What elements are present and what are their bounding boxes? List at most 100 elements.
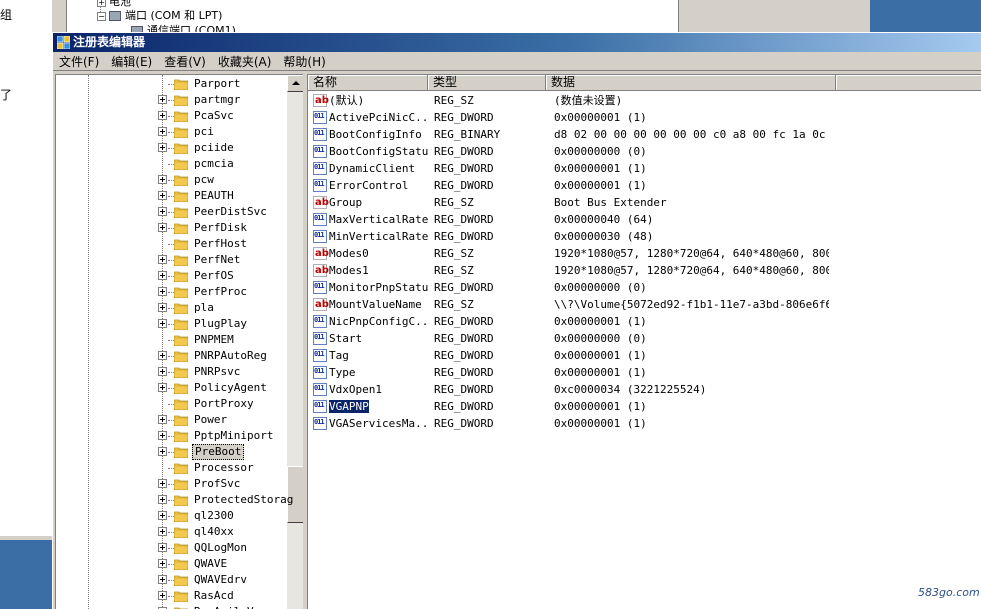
background-window-panel xyxy=(678,0,870,32)
expand-icon[interactable] xyxy=(158,287,167,296)
registry-value-row[interactable]: MountValueName REG_SZ \\?\Volume{5072ed92-… xyxy=(308,296,981,313)
registry-value-row[interactable]: Modes1 REG_SZ 1920*1080@57, 1280*720@64, 6… xyxy=(308,262,981,279)
expand-icon[interactable] xyxy=(158,175,167,184)
tree-item[interactable]: pciide xyxy=(56,140,288,156)
registry-value-row[interactable]: VdxOpen1 REG_DWORD 0xc0000034 (3221225524) xyxy=(308,380,981,398)
registry-value-row[interactable]: BootConfigStatus REG_DWORD 0x00000000 (0) xyxy=(308,142,981,160)
registry-value-row[interactable]: DynamicClient REG_DWORD 0x00000001 (1) xyxy=(308,159,981,177)
registry-value-row[interactable]: Tag REG_DWORD 0x00000001 (1) xyxy=(308,346,981,364)
tree-item[interactable]: Parport xyxy=(56,76,288,92)
tree-item[interactable]: RasAcd xyxy=(56,588,288,604)
registry-value-row[interactable]: MaxVerticalRate REG_DWORD 0x00000040 (64) xyxy=(308,210,981,228)
expand-icon[interactable] xyxy=(158,223,167,232)
tree-scrollbar[interactable] xyxy=(287,75,303,609)
tree-item[interactable]: PerfDisk xyxy=(56,220,288,236)
registry-value-row[interactable]: Start REG_DWORD 0x00000000 (0) xyxy=(308,329,981,347)
tree-item[interactable]: pla xyxy=(56,300,288,316)
expand-icon[interactable] xyxy=(158,319,167,328)
menu-favorites[interactable]: 收藏夹(A) xyxy=(212,52,278,71)
expand-icon[interactable] xyxy=(158,383,167,392)
registry-value-row[interactable]: ErrorControl REG_DWORD 0x00000001 (1) xyxy=(308,176,981,194)
tree-item[interactable]: PNRPAutoReg xyxy=(56,348,288,364)
registry-value-row[interactable]: NicPnpConfigC... REG_DWORD 0x00000001 (1) xyxy=(308,312,981,330)
tree-item[interactable]: PerfNet xyxy=(56,252,288,268)
registry-value-row[interactable]: (默认) REG_SZ (数值未设置) xyxy=(308,92,981,109)
menu-view[interactable]: 查看(V) xyxy=(158,52,212,71)
tree-item[interactable]: pcw xyxy=(56,172,288,188)
registry-value-row[interactable]: Modes0 REG_SZ 1920*1080@57, 1280*720@64, 6… xyxy=(308,245,981,262)
tree-item[interactable]: PlugPlay xyxy=(56,316,288,332)
scroll-up-button[interactable] xyxy=(287,75,303,92)
tree-item[interactable]: QWAVE xyxy=(56,556,288,572)
tree-item[interactable]: PptpMiniport xyxy=(56,428,288,444)
registry-value-row[interactable]: VGAServicesMa... REG_DWORD 0x00000001 (1) xyxy=(308,414,981,432)
expand-icon[interactable] xyxy=(158,415,167,424)
column-header-data[interactable]: 数据 xyxy=(546,75,836,91)
tree-item[interactable]: PNPMEM xyxy=(56,332,288,348)
tree-item[interactable]: RasAgileVpn xyxy=(56,604,288,609)
device-node-ports[interactable]: − 端口 (COM 和 LPT) xyxy=(97,7,222,23)
expand-icon[interactable] xyxy=(158,559,167,568)
registry-value-row[interactable]: BootConfigInfo REG_BINARY d8 02 00 00 00 0… xyxy=(308,125,981,143)
registry-value-row[interactable]: Group REG_SZ Boot Bus Extender xyxy=(308,194,981,211)
expand-icon[interactable] xyxy=(158,447,167,456)
expand-icon[interactable] xyxy=(158,495,167,504)
tree-item[interactable]: PeerDistSvc xyxy=(56,204,288,220)
tree-item[interactable]: PEAUTH xyxy=(56,188,288,204)
tree-item[interactable]: Power xyxy=(56,412,288,428)
expand-icon[interactable] xyxy=(158,127,167,136)
registry-value-row[interactable]: ActivePciNicC... REG_DWORD 0x00000001 (1) xyxy=(308,108,981,126)
registry-key-tree[interactable]: Parport partmgr PcaSvc pci pciide pcmcia pcw PE… xyxy=(55,74,303,609)
column-header-type[interactable]: 类型 xyxy=(428,75,546,91)
tree-item[interactable]: pci xyxy=(56,124,288,140)
dword-value-icon xyxy=(313,312,327,329)
tree-item[interactable]: PcaSvc xyxy=(56,108,288,124)
expand-icon[interactable] xyxy=(158,591,167,600)
registry-values-list[interactable]: 名称 类型 数据 (默认)REG_SZ(数值未设置)ActivePciNicC.… xyxy=(307,74,981,609)
tree-item[interactable]: pcmcia xyxy=(56,156,288,172)
expand-icon[interactable] xyxy=(158,351,167,360)
expand-icon[interactable]: + xyxy=(97,0,106,7)
tree-item[interactable]: PortProxy xyxy=(56,396,288,412)
tree-item[interactable]: PNRPsvc xyxy=(56,364,288,380)
menu-edit[interactable]: 编辑(E) xyxy=(105,52,158,71)
tree-item[interactable]: PerfOS xyxy=(56,268,288,284)
registry-value-row[interactable]: Type REG_DWORD 0x00000001 (1) xyxy=(308,363,981,381)
tree-item[interactable]: ProtectedStorag xyxy=(56,492,293,508)
expand-icon[interactable] xyxy=(158,367,167,376)
expand-icon[interactable] xyxy=(158,255,167,264)
expand-icon[interactable] xyxy=(158,511,167,520)
expand-icon[interactable] xyxy=(158,479,167,488)
expand-icon[interactable] xyxy=(158,191,167,200)
title-bar[interactable]: 注册表编辑器 xyxy=(53,33,981,52)
menu-file[interactable]: 文件(F) xyxy=(53,52,105,71)
tree-item[interactable]: ProfSvc xyxy=(56,476,288,492)
expand-icon[interactable] xyxy=(158,575,167,584)
registry-value-row[interactable]: MinVerticalRate REG_DWORD 0x00000030 (48) xyxy=(308,227,981,245)
tree-item[interactable]: PolicyAgent xyxy=(56,380,288,396)
expand-icon[interactable] xyxy=(158,303,167,312)
value-type: REG_DWORD xyxy=(434,366,494,379)
tree-item[interactable]: partmgr xyxy=(56,92,288,108)
expand-icon[interactable] xyxy=(158,271,167,280)
expand-icon[interactable] xyxy=(158,207,167,216)
registry-value-row[interactable]: VGAPNP REG_DWORD 0x00000001 (1) xyxy=(308,397,981,415)
expand-icon[interactable] xyxy=(158,431,167,440)
expand-icon[interactable] xyxy=(158,111,167,120)
tree-item[interactable]: PreBoot xyxy=(56,444,288,460)
tree-item[interactable]: ql40xx xyxy=(56,524,288,540)
expand-icon[interactable] xyxy=(158,527,167,536)
tree-item[interactable]: QQLogMon xyxy=(56,540,288,556)
tree-item[interactable]: PerfHost xyxy=(56,236,288,252)
column-header-name[interactable]: 名称 xyxy=(308,75,428,91)
expand-icon[interactable] xyxy=(158,143,167,152)
tree-item[interactable]: PerfProc xyxy=(56,284,288,300)
tree-item[interactable]: ql2300 xyxy=(56,508,288,524)
menu-help[interactable]: 帮助(H) xyxy=(277,52,331,71)
expand-icon[interactable] xyxy=(158,95,167,104)
expand-icon[interactable] xyxy=(158,543,167,552)
tree-item[interactable]: Processor xyxy=(56,460,288,476)
collapse-icon[interactable]: − xyxy=(97,11,106,21)
registry-value-row[interactable]: MonitorPnpStatus REG_DWORD 0x00000000 (0) xyxy=(308,278,981,296)
tree-item[interactable]: QWAVEdrv xyxy=(56,572,288,588)
